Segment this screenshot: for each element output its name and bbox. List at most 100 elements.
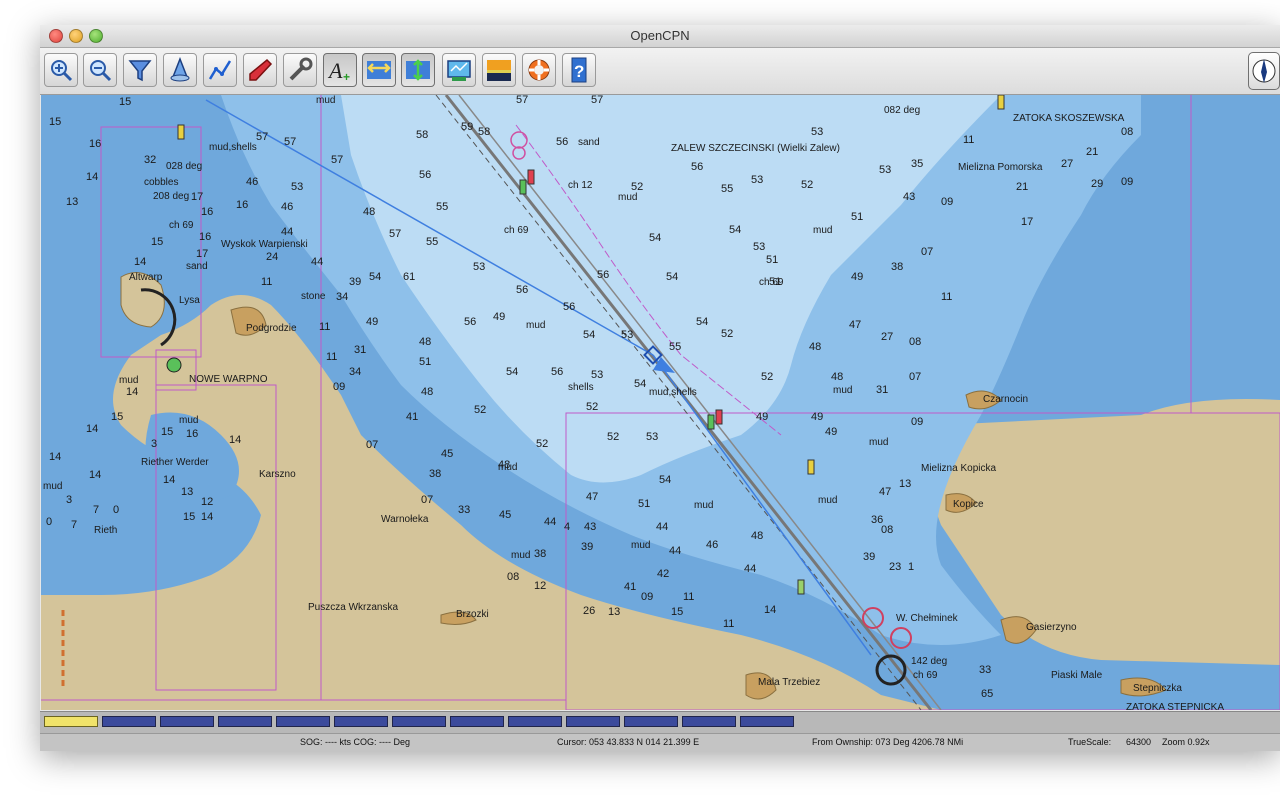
svg-text:51: 51 [851, 211, 863, 223]
svg-text:0: 0 [113, 504, 119, 516]
chart-scale-button[interactable] [123, 53, 157, 87]
svg-text:33: 33 [458, 504, 470, 516]
svg-text:+: + [343, 70, 350, 83]
svg-text:14: 14 [86, 171, 98, 183]
svg-text:57: 57 [389, 228, 401, 240]
svg-text:16: 16 [201, 206, 213, 218]
svg-text:38: 38 [891, 261, 903, 273]
svg-text:52: 52 [761, 371, 773, 383]
svg-text:53: 53 [473, 261, 485, 273]
svg-text:14: 14 [201, 511, 213, 523]
svg-text:13: 13 [899, 478, 911, 490]
label-stepniczka: Stepniczka [1133, 683, 1182, 694]
svg-text:11: 11 [963, 134, 974, 146]
zoom-out-button[interactable] [83, 53, 117, 87]
window-title: OpenCPN [630, 28, 690, 43]
label-ch-69-c: ch 69 [759, 277, 784, 288]
svg-text:16: 16 [199, 231, 211, 243]
svg-text:57: 57 [516, 95, 528, 106]
svg-text:27: 27 [1061, 158, 1073, 170]
svg-text:11: 11 [261, 276, 272, 288]
svg-text:48: 48 [809, 341, 821, 353]
chart-svg[interactable]: 1515161413 57575859 58 57 57565256 5553 525… [41, 95, 1280, 710]
tide-button[interactable] [401, 53, 435, 87]
svg-text:54: 54 [634, 378, 646, 390]
label-mud-3: mud [813, 225, 832, 236]
svg-text:26: 26 [583, 605, 595, 617]
svg-text:54: 54 [666, 271, 678, 283]
svg-text:45: 45 [441, 448, 453, 460]
settings-waypoint-button[interactable] [163, 53, 197, 87]
svg-text:38: 38 [429, 468, 441, 480]
title-bar: OpenCPN [40, 25, 1280, 48]
piano-key-3[interactable] [160, 716, 214, 727]
label-puszcza: Puszcza Wkrzanska [308, 602, 398, 613]
piano-key-12[interactable] [682, 716, 736, 727]
piano-key-2[interactable] [102, 716, 156, 727]
svg-text:52: 52 [801, 179, 813, 191]
label-course-082: 082 deg [884, 105, 920, 116]
svg-text:65: 65 [981, 688, 993, 700]
svg-text:13: 13 [181, 486, 193, 498]
tide-icon [406, 59, 430, 81]
svg-text:53: 53 [291, 181, 303, 193]
svg-text:57: 57 [284, 136, 296, 148]
svg-text:57: 57 [331, 154, 343, 166]
label-ch-69-d: ch 69 [913, 670, 938, 681]
follow-ship-button[interactable] [243, 53, 277, 87]
piano-key-6[interactable] [334, 716, 388, 727]
label-mud-2: mud [526, 320, 545, 331]
svg-text:15: 15 [183, 511, 195, 523]
print-icon [447, 60, 471, 81]
print-button[interactable] [442, 53, 476, 87]
night-mode-button[interactable] [482, 53, 516, 87]
help-button[interactable]: ? [562, 53, 596, 87]
ship-icon [249, 58, 273, 81]
svg-text:14: 14 [89, 469, 101, 481]
svg-text:44: 44 [656, 521, 668, 533]
status-zoom: Zoom 0.92x [1162, 737, 1210, 747]
label-mud-6: mud [694, 500, 713, 511]
svg-text:56: 56 [597, 269, 609, 281]
mob-button[interactable] [522, 53, 556, 87]
help-icon: ? [571, 57, 587, 83]
svg-text:21: 21 [1016, 181, 1028, 193]
label-course-208: 208 deg [153, 191, 189, 202]
piano-key-10[interactable] [566, 716, 620, 727]
status-bar: SOG: ---- kts COG: ---- Deg Cursor: 053 … [40, 733, 1280, 751]
piano-key-7[interactable] [392, 716, 446, 727]
text-toggle-button[interactable]: A + [323, 53, 357, 87]
piano-key-5[interactable] [276, 716, 330, 727]
label-ch-69-b: ch 69 [504, 225, 529, 236]
svg-text:35: 35 [911, 158, 923, 170]
piano-key-1[interactable] [44, 716, 98, 727]
svg-text:46: 46 [281, 201, 293, 213]
svg-text:43: 43 [584, 521, 596, 533]
svg-text:39: 39 [349, 276, 361, 288]
label-warnoleka: Warnołeka [381, 514, 429, 525]
piano-key-11[interactable] [624, 716, 678, 727]
piano-key-13[interactable] [740, 716, 794, 727]
route-button[interactable] [203, 53, 237, 87]
label-mud-8: mud [818, 495, 837, 506]
piano-key-9[interactable] [508, 716, 562, 727]
svg-text:15: 15 [151, 236, 163, 248]
label-mud-9: mud [869, 437, 888, 448]
zoom-in-button[interactable] [44, 53, 78, 87]
compass-button[interactable] [1248, 52, 1280, 90]
svg-text:A: A [327, 58, 343, 83]
svg-text:53: 53 [879, 164, 891, 176]
toolbox-button[interactable] [283, 53, 317, 87]
svg-text:14: 14 [134, 256, 146, 268]
svg-text:41: 41 [406, 411, 418, 423]
svg-text:59: 59 [461, 121, 473, 133]
piano-key-8[interactable] [450, 716, 504, 727]
svg-text:56: 56 [419, 169, 431, 181]
current-button[interactable] [362, 53, 396, 87]
svg-text:33: 33 [979, 664, 991, 676]
svg-text:53: 53 [591, 369, 603, 381]
piano-key-4[interactable] [218, 716, 272, 727]
chart-canvas[interactable]: 15 15 16 14 13 57 57 58 59 58 57 57 56 52 56 55 53 52 5… [41, 95, 1280, 710]
label-mud-1: mud [618, 192, 637, 203]
svg-text:17: 17 [191, 191, 203, 203]
